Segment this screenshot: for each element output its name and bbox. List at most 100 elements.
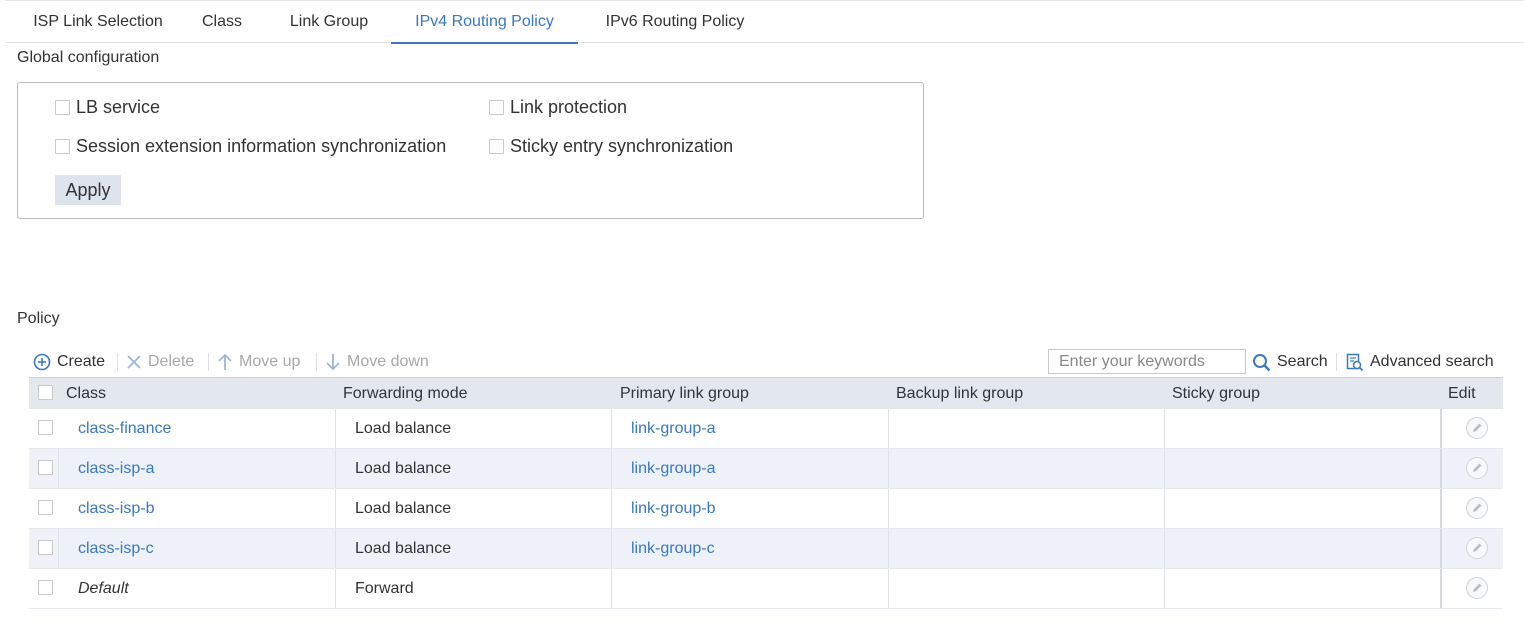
- tab-class[interactable]: Class: [193, 1, 251, 43]
- create-button[interactable]: Create: [33, 348, 105, 376]
- cell-divider: [888, 409, 889, 448]
- edit-icon[interactable]: [1466, 497, 1488, 519]
- forwarding-mode-cell: Load balance: [355, 460, 452, 477]
- table-header: Class Forwarding mode Primary link group…: [29, 377, 1503, 409]
- move-down-button[interactable]: Move down: [325, 348, 429, 376]
- advanced-search-button[interactable]: Advanced search: [1346, 348, 1494, 376]
- column-header-forwarding-mode[interactable]: Forwarding mode: [343, 378, 468, 409]
- edit-icon[interactable]: [1466, 457, 1488, 479]
- table-row[interactable]: class-finance Load balance link-group-a: [29, 409, 1503, 449]
- cell-divider: [888, 529, 889, 568]
- link-protection-checkbox[interactable]: [489, 100, 504, 115]
- move-down-label: Move down: [347, 353, 429, 370]
- toolbar-divider: [1336, 353, 1337, 371]
- forwarding-mode-cell: Load balance: [355, 500, 452, 517]
- advanced-search-icon: [1346, 353, 1364, 371]
- row-checkbox[interactable]: [38, 540, 53, 555]
- row-checkbox[interactable]: [38, 580, 53, 595]
- lb-service-option[interactable]: LB service: [55, 97, 160, 118]
- toolbar-divider: [316, 353, 317, 371]
- sticky-sync-checkbox[interactable]: [489, 139, 504, 154]
- row-checkbox[interactable]: [38, 500, 53, 515]
- toolbar-divider: [208, 353, 209, 371]
- sticky-sync-label: Sticky entry synchronization: [510, 136, 734, 156]
- link-protection-option[interactable]: Link protection: [489, 97, 627, 118]
- cell-divider: [888, 489, 889, 528]
- cell-divider: [611, 409, 612, 448]
- link-protection-label: Link protection: [510, 97, 628, 117]
- toolbar-divider: [117, 353, 118, 371]
- forwarding-mode-cell: Load balance: [355, 540, 452, 557]
- cell-divider: [1164, 449, 1165, 488]
- cell-divider: [1440, 409, 1442, 448]
- tab-isp-link-selection[interactable]: ISP Link Selection: [13, 1, 183, 43]
- cell-divider: [1164, 569, 1165, 608]
- search-input[interactable]: [1048, 349, 1246, 374]
- class-name-link[interactable]: class-isp-b: [78, 489, 154, 528]
- cell-divider: [888, 569, 889, 608]
- global-config-title: Global configuration: [17, 49, 160, 66]
- cell-divider: [1440, 449, 1442, 488]
- create-label: Create: [57, 353, 106, 370]
- cell-divider: [335, 409, 336, 448]
- forwarding-mode-cell: Forward: [355, 580, 414, 597]
- table-row[interactable]: class-isp-b Load balance link-group-b: [29, 489, 1503, 529]
- primary-link-group-link[interactable]: link-group-b: [631, 489, 715, 528]
- lb-service-checkbox[interactable]: [55, 100, 70, 115]
- cell-divider: [1440, 569, 1442, 608]
- edit-icon[interactable]: [1466, 417, 1488, 439]
- move-up-label: Move up: [239, 353, 301, 370]
- edit-icon[interactable]: [1466, 577, 1488, 599]
- cell-divider: [335, 529, 336, 568]
- column-header-primary-link-group[interactable]: Primary link group: [620, 378, 749, 409]
- policy-table: Class Forwarding mode Primary link group…: [29, 377, 1503, 609]
- move-up-button[interactable]: Move up: [217, 348, 300, 376]
- tab-bar: ISP Link Selection Class Link Group IPv4…: [5, 0, 1524, 44]
- cell-divider: [1164, 409, 1165, 448]
- arrow-down-icon: [326, 354, 340, 371]
- row-checkbox[interactable]: [38, 460, 53, 475]
- lb-service-label: LB service: [76, 97, 161, 117]
- edit-icon[interactable]: [1466, 537, 1488, 559]
- cell-divider: [335, 489, 336, 528]
- session-sync-checkbox[interactable]: [55, 139, 70, 154]
- routing-policy-page: ISP Link Selection Class Link Group IPv4…: [0, 0, 1524, 642]
- plus-circle-icon: [33, 353, 51, 371]
- row-checkbox[interactable]: [38, 420, 53, 435]
- cell-divider: [888, 449, 889, 488]
- select-all-checkbox[interactable]: [38, 385, 53, 400]
- class-name-link[interactable]: class-isp-a: [78, 449, 154, 488]
- cell-divider: [611, 449, 612, 488]
- tab-ipv6-routing-policy[interactable]: IPv6 Routing Policy: [595, 1, 755, 43]
- advanced-search-label: Advanced search: [1370, 353, 1494, 370]
- forwarding-mode-cell: Load balance: [355, 420, 452, 437]
- sticky-sync-option[interactable]: Sticky entry synchronization: [489, 136, 733, 157]
- table-row[interactable]: Default Forward: [29, 569, 1503, 609]
- search-button[interactable]: Search: [1252, 348, 1328, 376]
- cell-divider: [1440, 489, 1442, 528]
- delete-button[interactable]: Delete: [126, 348, 194, 376]
- column-header-sticky-group[interactable]: Sticky group: [1172, 378, 1260, 409]
- apply-button[interactable]: Apply: [55, 175, 121, 205]
- class-name-link[interactable]: class-finance: [78, 409, 171, 448]
- primary-link-group-link[interactable]: link-group-a: [631, 409, 715, 448]
- search-icon: [1253, 353, 1271, 371]
- tab-link-group[interactable]: Link Group: [281, 1, 377, 43]
- tab-ipv4-routing-policy[interactable]: IPv4 Routing Policy: [391, 1, 578, 44]
- global-config-panel: LB service Link protection Session exten…: [17, 82, 924, 219]
- primary-link-group-link[interactable]: link-group-c: [631, 529, 715, 568]
- cell-divider: [611, 489, 612, 528]
- policy-title: Policy: [17, 310, 60, 327]
- class-name-default: Default: [78, 580, 129, 597]
- cell-divider: [611, 529, 612, 568]
- column-header-backup-link-group[interactable]: Backup link group: [896, 378, 1023, 409]
- delete-label: Delete: [148, 353, 195, 370]
- primary-link-group-link[interactable]: link-group-a: [631, 449, 715, 488]
- search-label: Search: [1277, 353, 1328, 370]
- table-row[interactable]: class-isp-c Load balance link-group-c: [29, 529, 1503, 569]
- column-header-class[interactable]: Class: [66, 378, 106, 409]
- arrow-up-icon: [218, 353, 232, 370]
- class-name-link[interactable]: class-isp-c: [78, 529, 154, 568]
- table-row[interactable]: class-isp-a Load balance link-group-a: [29, 449, 1503, 489]
- session-sync-option[interactable]: Session extension information synchroniz…: [55, 136, 446, 157]
